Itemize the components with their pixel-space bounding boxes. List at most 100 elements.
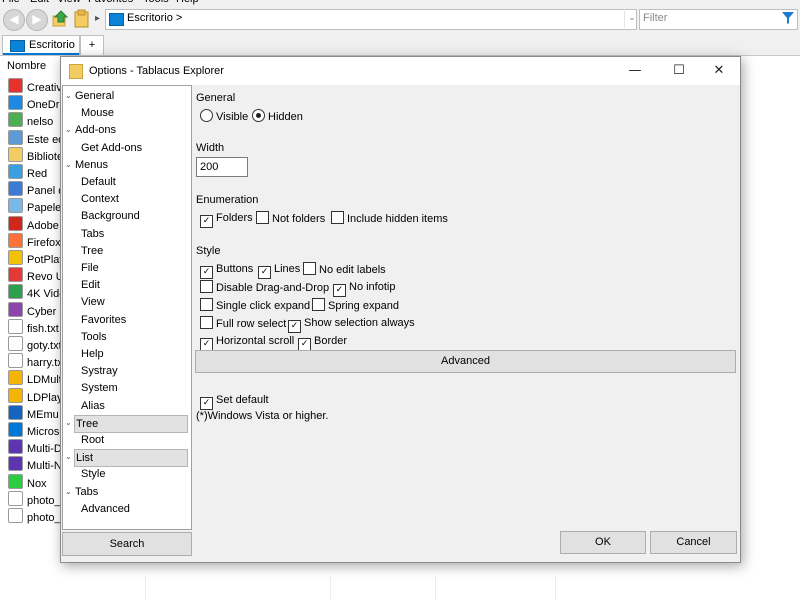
forward-button[interactable]: ▶ xyxy=(26,9,48,31)
tree-item-context[interactable]: Context xyxy=(81,191,119,207)
tree-item-tools[interactable]: Tools xyxy=(81,329,107,345)
border-checkbox[interactable]: ✓ Border xyxy=(298,334,347,351)
close-button[interactable]: ✕ xyxy=(697,57,741,85)
show-selection-always-checkbox[interactable]: ✓ Show selection always xyxy=(288,316,415,333)
include-hidden-items-checkbox[interactable]: Include hidden items xyxy=(331,211,448,225)
tab-escritorio[interactable]: Escritorio xyxy=(2,35,80,55)
tree-item-edit[interactable]: Edit xyxy=(81,277,100,293)
list-item[interactable]: Papeler xyxy=(8,198,65,215)
list-item[interactable]: Cyber H xyxy=(8,301,67,319)
new-tab-button[interactable]: + xyxy=(80,35,104,55)
maximize-button[interactable]: ☐ xyxy=(657,57,701,85)
tree-item-file[interactable]: File xyxy=(81,260,99,276)
chevron-down-icon[interactable]: ⌄ xyxy=(65,449,73,465)
address-dropdown-icon[interactable]: ▸ xyxy=(95,13,100,24)
tree-item-tree[interactable]: Tree xyxy=(74,414,188,433)
menu-item-file[interactable]: File xyxy=(2,0,20,5)
filter-icon[interactable] xyxy=(782,12,794,24)
tree-item-get-add-ons[interactable]: Get Add-ons xyxy=(81,140,142,156)
spring-expand-checkbox[interactable]: Spring expand xyxy=(312,298,399,312)
tree-item-menus[interactable]: Menus xyxy=(74,157,108,173)
search-button[interactable]: Search xyxy=(62,532,192,556)
tree-item-tree[interactable]: Tree xyxy=(81,243,103,259)
up-arrow-icon[interactable] xyxy=(52,10,69,27)
ok-button[interactable]: OK xyxy=(560,531,646,554)
chevron-down-icon[interactable]: ⌄ xyxy=(65,88,73,104)
tree-item-advanced[interactable]: Advanced xyxy=(81,501,130,517)
tree-item-background[interactable]: Background xyxy=(81,208,140,224)
list-item[interactable]: Firefox xyxy=(8,232,61,250)
list-item[interactable]: OneDri xyxy=(8,95,62,112)
chevron-down-icon[interactable]: ⌄ xyxy=(65,157,73,173)
hidden-radio[interactable]: Hidden xyxy=(252,109,303,123)
list-item[interactable]: 4K Vide xyxy=(8,284,65,301)
list-item[interactable]: Adobe xyxy=(8,215,59,233)
buttons-checkbox[interactable]: ✓ Buttons xyxy=(200,262,253,279)
horizontal-scroll-checkbox[interactable]: ✓ Horizontal scroll xyxy=(200,334,294,351)
disable-drag-and-drop-checkbox[interactable]: Disable Drag-and-Drop xyxy=(200,280,329,294)
tree-item-systray[interactable]: Systray xyxy=(81,363,118,379)
tree-item-alias[interactable]: Alias xyxy=(81,398,105,414)
tree-item-add-ons[interactable]: Add-ons xyxy=(74,122,116,138)
chevron-down-icon[interactable]: ⌄ xyxy=(65,415,73,431)
list-item[interactable]: Microso xyxy=(8,422,66,439)
list-item[interactable]: Bibliote xyxy=(8,146,63,164)
visible-radio[interactable]: Visible xyxy=(200,109,248,123)
list-item[interactable]: Red xyxy=(8,164,47,181)
tree-item-help[interactable]: Help xyxy=(81,346,104,362)
tree-item-list[interactable]: List xyxy=(74,449,188,468)
single-click-expand-checkbox[interactable]: Single click expand xyxy=(200,298,310,312)
list-item[interactable]: Panel d xyxy=(8,181,64,198)
no-edit-labels-checkbox[interactable]: No edit labels xyxy=(303,262,386,276)
tree-item-style[interactable]: Style xyxy=(81,466,105,482)
tree-item-view[interactable]: View xyxy=(81,294,105,310)
not-folders-checkbox[interactable]: Not folders xyxy=(256,211,325,225)
list-item[interactable]: Multi-N xyxy=(8,456,62,473)
menu-item-help[interactable]: Help xyxy=(176,0,199,5)
filter-input[interactable]: Filter xyxy=(639,9,798,30)
menu-item-favorites[interactable]: Favorites xyxy=(88,0,133,5)
minimize-button[interactable]: — xyxy=(613,57,657,85)
lines-checkbox[interactable]: ✓ Lines xyxy=(258,262,300,279)
folders-icon[interactable] xyxy=(73,9,91,28)
list-item[interactable]: PotPlay xyxy=(8,250,65,267)
list-item[interactable]: Revo U xyxy=(8,267,64,284)
advanced-button[interactable]: Advanced xyxy=(195,350,736,373)
list-item[interactable]: Multi-D xyxy=(8,439,62,456)
address-history-dropdown[interactable]: ⌄ xyxy=(624,9,639,28)
set-default-checkbox[interactable]: ✓ Set default xyxy=(200,393,269,410)
tree-item-tabs[interactable]: Tabs xyxy=(81,226,104,242)
tree-item-tabs[interactable]: Tabs xyxy=(74,484,98,500)
tree-item-system[interactable]: System xyxy=(81,380,118,396)
list-item[interactable]: photo_ xyxy=(8,490,61,508)
chevron-down-icon[interactable]: ⌄ xyxy=(65,122,73,138)
menu-item-view[interactable]: View xyxy=(57,0,81,5)
folders-checkbox[interactable]: ✓ Folders xyxy=(200,211,253,228)
menu-item-edit[interactable]: Edit xyxy=(30,0,49,5)
list-item[interactable]: LDMult xyxy=(8,370,62,387)
list-item[interactable]: Este eq xyxy=(8,129,64,147)
list-item[interactable]: MEmu xyxy=(8,404,59,422)
tree-item-default[interactable]: Default xyxy=(81,174,116,190)
options-tree[interactable]: General ⌄ Mouse Add-ons ⌄ Get Add-ons Menus ⌄ De… xyxy=(62,85,192,530)
back-button[interactable]: ◀ xyxy=(3,9,25,31)
menu-item-tools[interactable]: Tools xyxy=(143,0,169,5)
list-item[interactable]: Creativ xyxy=(8,78,62,95)
chevron-down-icon[interactable]: ⌄ xyxy=(65,484,73,500)
width-input[interactable] xyxy=(196,157,248,177)
list-item[interactable]: Nox xyxy=(8,473,47,491)
tree-item-favorites[interactable]: Favorites xyxy=(81,312,126,328)
tree-item-root[interactable]: Root xyxy=(81,432,104,448)
list-item[interactable]: photo_ xyxy=(8,508,61,525)
list-item[interactable]: harry.tx xyxy=(8,353,63,370)
full-row-select-checkbox[interactable]: Full row select xyxy=(200,316,286,330)
list-item[interactable]: fish.txt xyxy=(8,318,59,336)
list-item[interactable]: nelso xyxy=(8,112,53,129)
tree-item-general[interactable]: General xyxy=(74,88,114,104)
list-item[interactable]: goty.txt xyxy=(8,336,62,353)
column-header-nombre[interactable]: Nombre xyxy=(7,60,46,72)
address-bar[interactable]: Escritorio > xyxy=(105,9,637,30)
dialog-titlebar[interactable]: Options - Tablacus Explorer — ☐ ✕ xyxy=(61,57,740,85)
tree-item-mouse[interactable]: Mouse xyxy=(81,105,114,121)
cancel-button[interactable]: Cancel xyxy=(650,531,737,554)
